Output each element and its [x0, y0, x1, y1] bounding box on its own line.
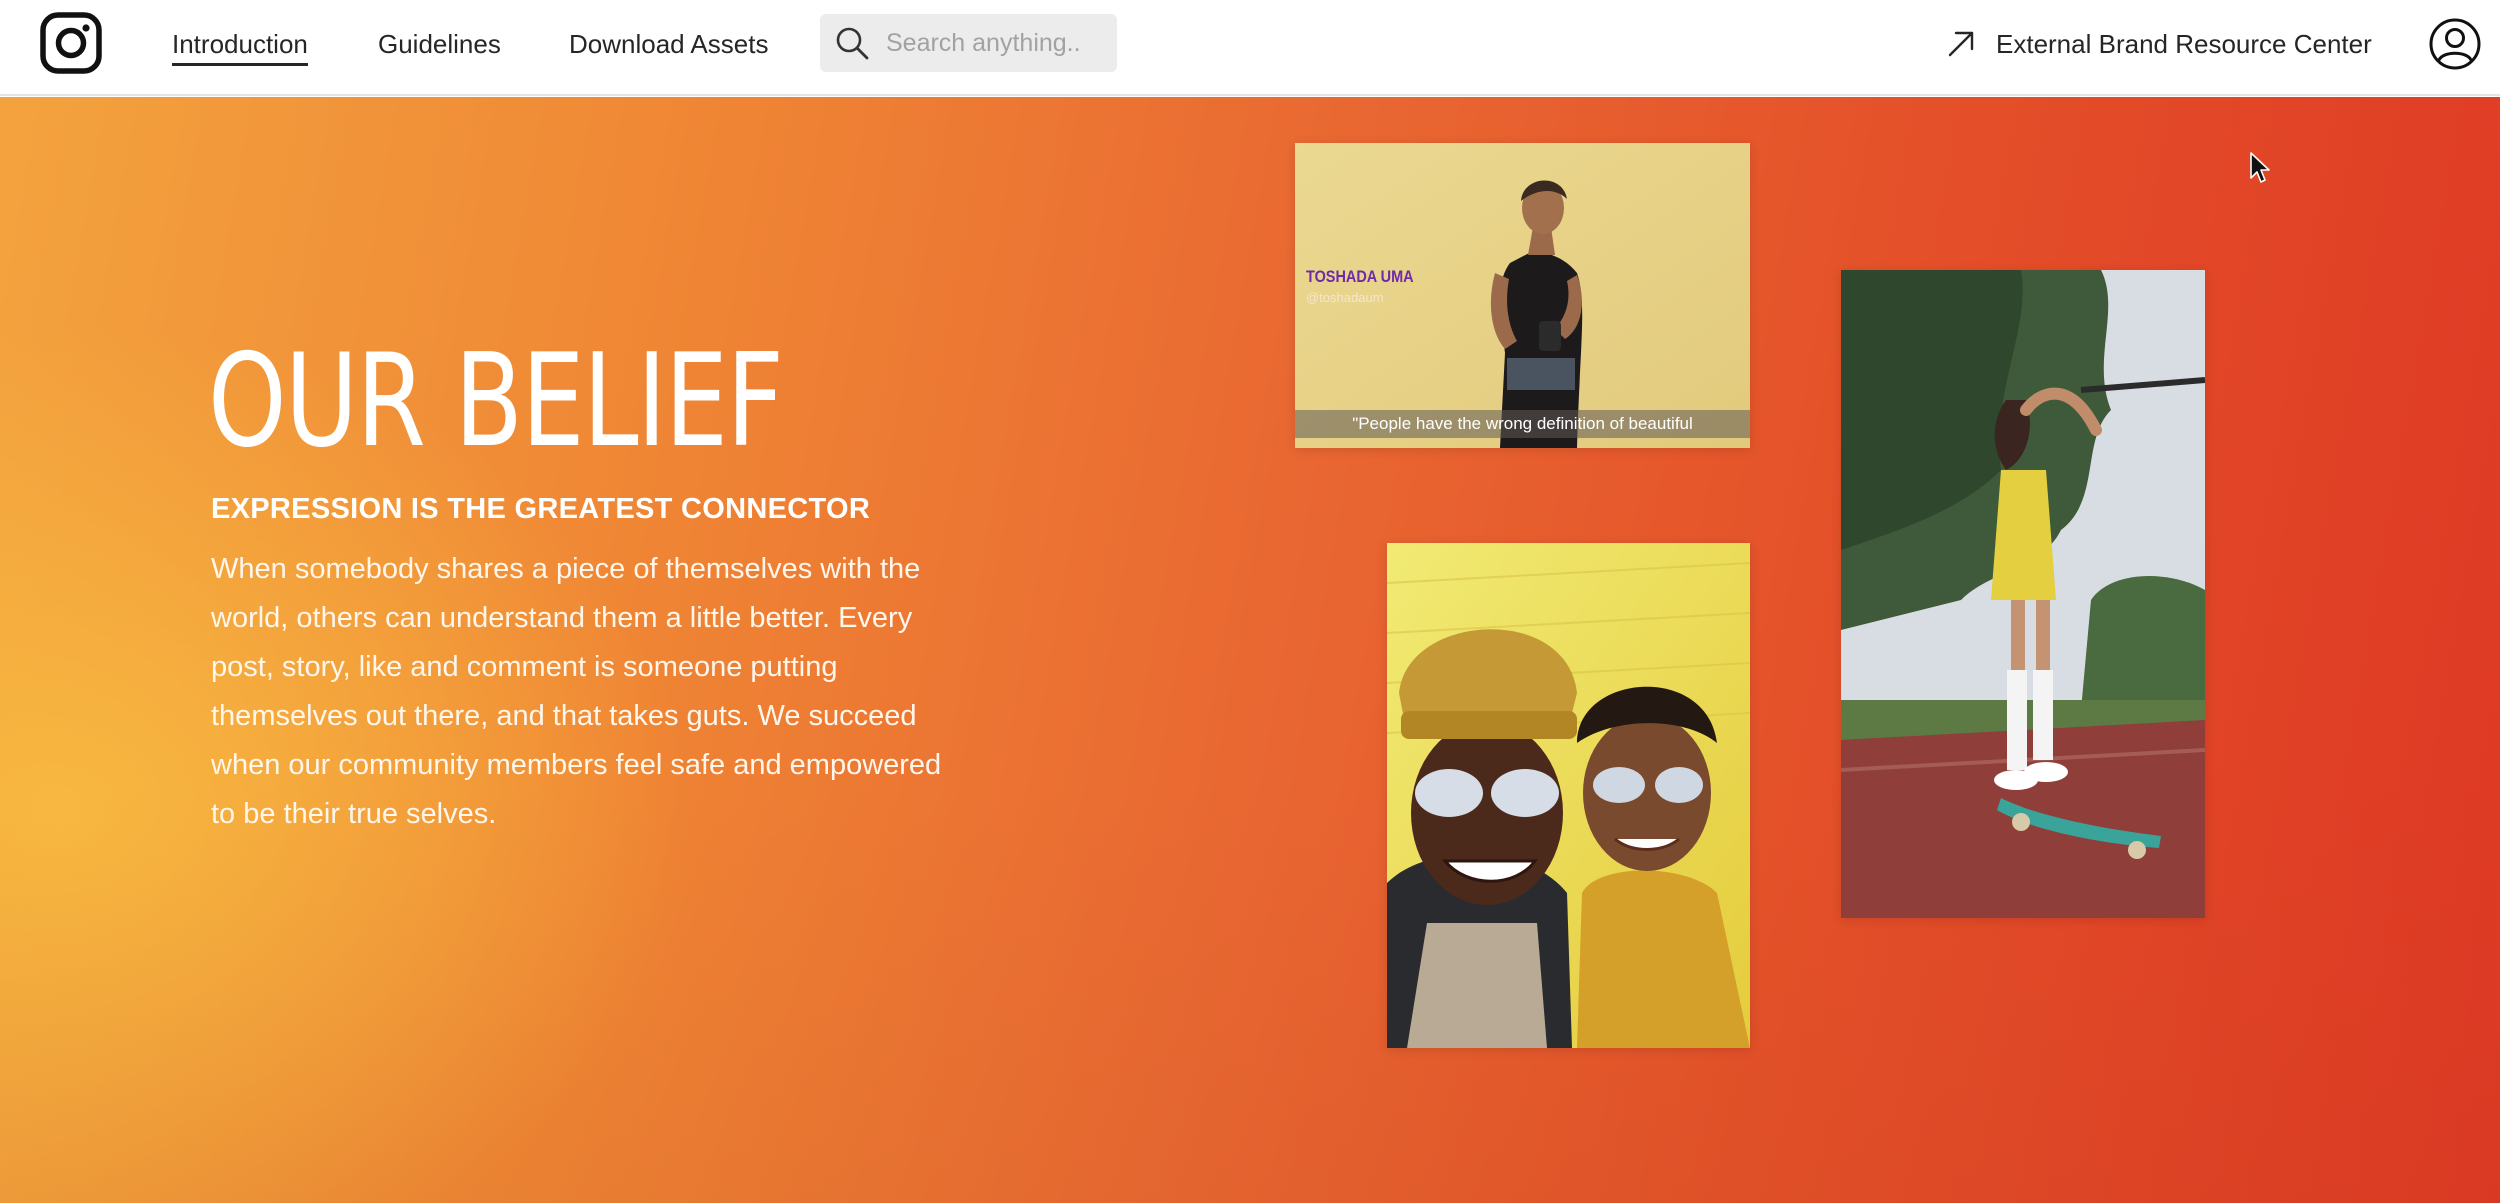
search-icon	[836, 27, 869, 60]
creator-name: TOSHADA UMA	[1306, 267, 1414, 286]
creator-handle: @toshadaum	[1306, 290, 1384, 305]
video-thumbnail-toshada[interactable]: TOSHADA UMA @toshadaum "People have the …	[1295, 143, 1750, 448]
skateboarder-photo-image	[1841, 270, 2205, 918]
external-link-label: External Brand Resource Center	[1996, 28, 2372, 59]
top-navigation-bar: Introduction Guidelines Download Assets …	[0, 0, 2500, 96]
hero-title: OUR BELIEF	[208, 327, 784, 476]
arrow-up-right-icon	[1948, 31, 1974, 57]
video-caption: "People have the wrong definition of bea…	[1295, 410, 1750, 438]
nav-link-download-assets[interactable]: Download Assets	[569, 26, 768, 62]
friends-selfie-photo[interactable]	[1387, 543, 1750, 1048]
nav-link-introduction[interactable]: Introduction	[172, 26, 308, 66]
skateboarder-photo[interactable]	[1841, 270, 2205, 918]
nav-link-guidelines[interactable]: Guidelines	[378, 26, 501, 62]
search-box[interactable]	[820, 14, 1117, 72]
user-account-icon[interactable]	[2428, 17, 2482, 71]
hero-subtitle: EXPRESSION IS THE GREATEST CONNECTOR	[211, 493, 871, 525]
search-input[interactable]	[884, 27, 1094, 59]
friends-photo-image	[1387, 543, 1750, 1048]
instagram-logo-icon[interactable]	[38, 10, 104, 76]
external-brand-resource-link[interactable]: External Brand Resource Center	[1946, 24, 2372, 64]
hero-body-text: When somebody shares a piece of themselv…	[211, 553, 942, 830]
